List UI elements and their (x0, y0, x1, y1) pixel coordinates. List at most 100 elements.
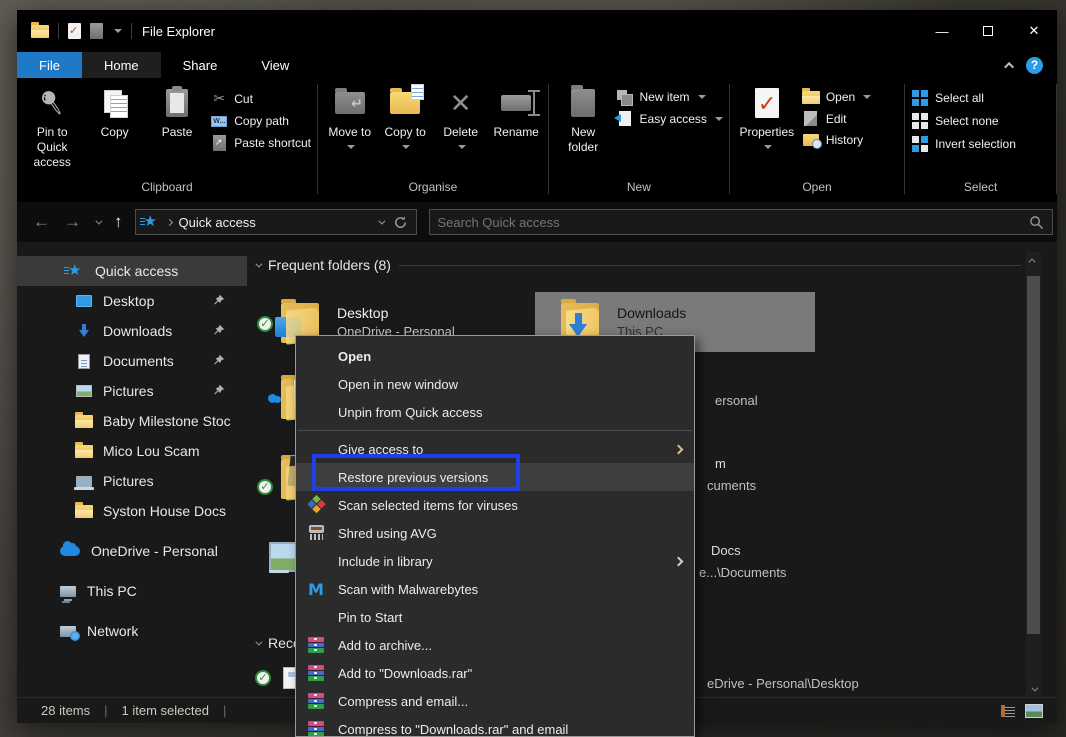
recent-locations-icon[interactable] (95, 217, 102, 224)
malwarebytes-icon: M (308, 580, 324, 599)
menu-item-unpin-quick-access[interactable]: Unpin from Quick access (296, 398, 694, 426)
sidebar-item-downloads[interactable]: Downloads (17, 316, 247, 346)
back-icon[interactable]: ← (33, 212, 50, 232)
tile-fragment-text: m (715, 456, 726, 471)
sidebar-item-pictures-2[interactable]: Pictures (17, 466, 247, 496)
customize-qat-icon[interactable] (114, 29, 122, 33)
paste-shortcut-button[interactable]: Paste shortcut (210, 135, 311, 151)
copy-button[interactable]: Copy (85, 86, 143, 140)
winrar-icon (308, 665, 324, 681)
sidebar-item-syston-house-docs[interactable]: Syston House Docs (17, 496, 247, 526)
minimize-button[interactable]: — (919, 10, 965, 52)
invert-selection-button[interactable]: Invert selection (911, 136, 1016, 152)
menu-item-compress-and-email[interactable]: Compress and email... (296, 687, 694, 715)
help-icon[interactable]: ? (1026, 57, 1043, 74)
copy-path-button[interactable]: W... Copy path (210, 114, 311, 128)
address-location[interactable]: Quick access (179, 215, 371, 230)
sidebar-item-network[interactable]: Network (17, 616, 247, 646)
copy-to-button[interactable]: Copy to (379, 86, 431, 149)
group-divider (1056, 84, 1057, 194)
menu-item-open[interactable]: Open (296, 342, 694, 370)
history-button[interactable]: History (802, 133, 871, 147)
tab-share[interactable]: Share (161, 52, 240, 78)
edit-icon (804, 111, 817, 126)
details-view-button[interactable] (999, 703, 1017, 719)
select-all-button[interactable]: Select all (911, 90, 1016, 106)
address-bar[interactable]: Quick access (135, 209, 417, 235)
properties-qat-icon[interactable] (68, 23, 81, 39)
menu-item-compress-to-downloads-rar-email[interactable]: Compress to "Downloads.rar" and email (296, 715, 694, 737)
collapse-section-icon[interactable] (255, 638, 262, 645)
forward-icon[interactable]: → (64, 212, 81, 232)
collapse-ribbon-icon[interactable] (1004, 61, 1014, 71)
sidebar-item-mico-lou-scam[interactable]: Mico Lou Scam (17, 436, 247, 466)
paste-button[interactable]: Paste (148, 86, 206, 140)
edit-button[interactable]: Edit (802, 111, 871, 126)
address-dropdown-icon[interactable] (378, 217, 385, 224)
rename-button[interactable]: Rename (490, 86, 542, 140)
menu-item-scan-for-viruses[interactable]: Scan selected items for viruses (296, 491, 694, 519)
scroll-down-icon[interactable] (1026, 681, 1041, 697)
move-to-button[interactable]: ↵ Move to (324, 86, 376, 149)
search-icon[interactable] (1029, 215, 1044, 230)
vertical-scrollbar[interactable] (1026, 252, 1041, 697)
sidebar-item-quick-access[interactable]: Quick access (17, 256, 247, 286)
navigation-pane: Quick access Desktop Downloads Documents… (17, 256, 247, 697)
thumbnail-view-button[interactable] (1025, 703, 1043, 719)
menu-item-add-to-downloads-rar[interactable]: Add to "Downloads.rar" (296, 659, 694, 687)
menu-item-add-to-archive[interactable]: Add to archive... (296, 631, 694, 659)
pin-to-quick-access-button[interactable]: 📍︎ Pin to Quick access (23, 86, 81, 170)
properties-button[interactable]: Properties (736, 86, 798, 149)
refresh-icon[interactable] (393, 215, 408, 230)
sidebar-item-documents[interactable]: Documents (17, 346, 247, 376)
shredder-icon (309, 525, 324, 533)
menu-item-include-in-library[interactable]: Include in library (296, 547, 694, 575)
sidebar-item-baby-milestone[interactable]: Baby Milestone Stoc (17, 406, 247, 436)
tab-view[interactable]: View (239, 52, 311, 78)
tab-file[interactable]: File (17, 52, 82, 78)
new-item-button[interactable]: New item (616, 90, 723, 104)
search-box[interactable] (429, 209, 1054, 235)
frequent-folders-header[interactable]: Frequent folders (8) (255, 257, 1021, 273)
breadcrumb-chevron-icon[interactable] (165, 218, 172, 225)
maximize-button[interactable] (965, 10, 1011, 52)
sidebar-item-onedrive[interactable]: OneDrive - Personal (17, 536, 247, 566)
menu-item-pin-to-start[interactable]: Pin to Start (296, 603, 694, 631)
delete-button[interactable]: ✕ Delete (435, 86, 487, 149)
group-label-clipboard: Clipboard (17, 180, 317, 202)
close-button[interactable]: ✕ (1011, 10, 1057, 52)
open-icon (802, 91, 820, 104)
scroll-up-icon[interactable] (1026, 252, 1041, 268)
folder-icon (75, 505, 93, 518)
sidebar-item-pictures[interactable]: Pictures (17, 376, 247, 406)
sidebar-item-this-pc[interactable]: This PC (17, 576, 247, 606)
ribbon: 📍︎ Pin to Quick access Copy Paste ✂ Cut (17, 78, 1057, 202)
select-all-icon (912, 90, 928, 106)
new-folder-qat-icon[interactable] (90, 23, 103, 39)
tile-fragment-text: ersonal (715, 393, 758, 408)
menu-item-scan-with-malwarebytes[interactable]: M Scan with Malwarebytes (296, 575, 694, 603)
scrollbar-thumb[interactable] (1027, 276, 1040, 634)
paste-icon (166, 89, 188, 117)
group-label-select: Select (905, 180, 1056, 202)
sidebar-item-desktop[interactable]: Desktop (17, 286, 247, 316)
desktop: { "titlebar": { "title": "File Explorer"… (0, 0, 1066, 737)
synced-check-badge: ✓ (257, 316, 273, 332)
menu-item-shred-using-avg[interactable]: Shred using AVG (296, 519, 694, 547)
easy-access-button[interactable]: Easy access (616, 111, 723, 126)
menu-item-open-new-window[interactable]: Open in new window (296, 370, 694, 398)
item-count: 28 items (41, 703, 90, 718)
select-none-button[interactable]: Select none (911, 113, 1016, 129)
search-input[interactable] (438, 215, 1030, 230)
up-icon[interactable]: ↑ (114, 212, 123, 232)
properties-icon (755, 88, 779, 118)
scissors-icon: ✂ (213, 90, 225, 107)
collapse-section-icon[interactable] (255, 260, 262, 267)
new-folder-button[interactable]: New folder (555, 86, 612, 155)
cut-button[interactable]: ✂ Cut (210, 90, 311, 107)
open-button[interactable]: Open (802, 90, 871, 104)
divider (131, 23, 132, 39)
ribbon-group-clipboard: 📍︎ Pin to Quick access Copy Paste ✂ Cut (17, 78, 317, 202)
navigation-bar: ← → ↑ Quick access (17, 202, 1057, 242)
tab-home[interactable]: Home (82, 52, 161, 78)
